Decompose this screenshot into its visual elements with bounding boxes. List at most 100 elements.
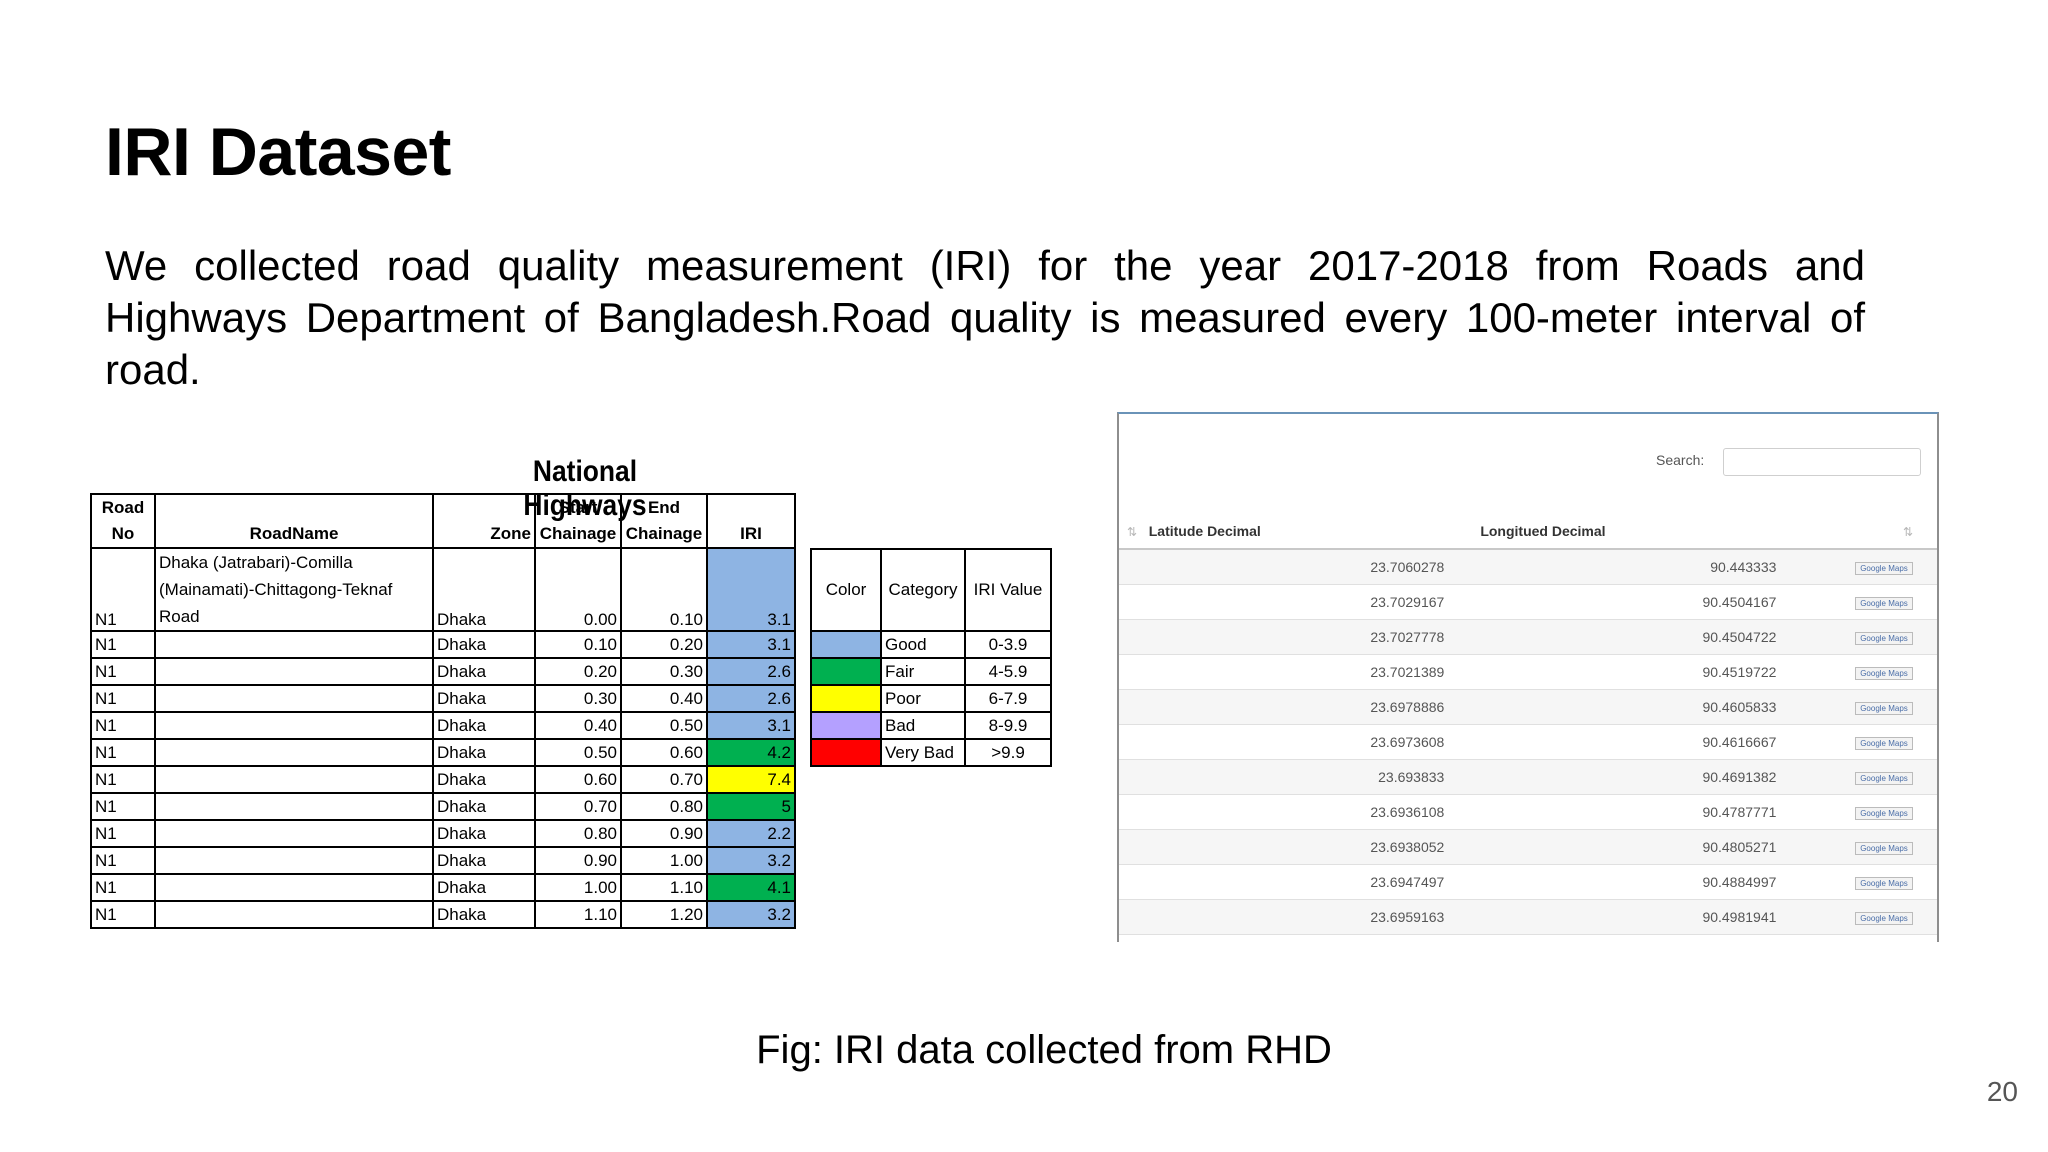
start-chainage-cell: 0.70 [534, 792, 622, 821]
road-no-cell: N1 [90, 900, 156, 929]
legend-color-swatch [810, 684, 882, 713]
legend-category-cell: Bad [880, 711, 966, 740]
zone-cell: Dhaka [432, 792, 536, 821]
road-name-cell [154, 792, 434, 821]
table-row: 23.693833 90.4691382 Google Maps [1119, 759, 1937, 795]
legend-iri-value-cell: 4-5.9 [964, 657, 1052, 686]
iri-cell: 2.2 [706, 819, 796, 848]
google-maps-icon[interactable]: Google Maps [1855, 841, 1913, 855]
road-name-cell [154, 711, 434, 740]
latitude-cell: 23.7060278 [1119, 549, 1465, 585]
road-name-cell [154, 657, 434, 686]
iri-cell: 5 [706, 792, 796, 821]
google-maps-icon[interactable]: Google Maps [1855, 806, 1913, 820]
header-latitude[interactable]: ⇅ Latitude Decimal [1119, 514, 1465, 550]
zone-cell: Dhaka [432, 547, 536, 632]
map-link-cell: Google Maps [1796, 654, 1937, 690]
iri-cell: 3.2 [706, 900, 796, 929]
google-maps-icon[interactable]: Google Maps [1855, 701, 1913, 715]
table-row: 23.6938052 90.4805271 Google Maps [1119, 829, 1937, 865]
table-row: 23.6978886 90.4605833 Google Maps [1119, 689, 1937, 725]
header-road-name: RoadName [154, 493, 434, 549]
road-no-cell: N1 [90, 819, 156, 848]
end-chainage-cell: 0.20 [620, 630, 708, 659]
google-maps-icon[interactable]: Google Maps [1855, 631, 1913, 645]
header-longitude[interactable]: Longitued Decimal [1464, 514, 1797, 550]
search-input[interactable] [1723, 448, 1921, 476]
legend-row: Very Bad >9.9 [810, 738, 1052, 767]
road-name-cell [154, 900, 434, 929]
end-chainage-cell: 0.50 [620, 711, 708, 740]
google-maps-icon[interactable]: Google Maps [1855, 911, 1913, 925]
legend-category-cell: Good [880, 630, 966, 659]
start-chainage-cell: 0.00 [534, 547, 622, 632]
header-road-no: Road No [90, 493, 156, 549]
table-row: N1 Dhaka 0.60 0.70 7.4 [90, 765, 796, 794]
google-maps-icon[interactable]: Google Maps [1855, 736, 1913, 750]
table-row: 23.7021389 90.4519722 Google Maps [1119, 654, 1937, 690]
road-no-cell: N1 [90, 873, 156, 902]
zone-cell: Dhaka [432, 630, 536, 659]
end-chainage-cell: 1.00 [620, 846, 708, 875]
map-link-cell: Google Maps [1796, 864, 1937, 900]
zone-cell: Dhaka [432, 900, 536, 929]
table-row: 23.7027778 90.4504722 Google Maps [1119, 619, 1937, 655]
latitude-cell: 23.6959163 [1119, 899, 1465, 935]
google-maps-icon[interactable]: Google Maps [1855, 666, 1913, 680]
road-name-cell [154, 846, 434, 875]
end-chainage-cell: 0.70 [620, 765, 708, 794]
legend-header-row: Color Category IRI Value [810, 548, 1052, 632]
latitude-cell: 23.693833 [1119, 759, 1465, 795]
national-highways-table: Road No RoadName Zone Start Chainage End Ch… [90, 493, 796, 929]
iri-legend-table: Color Category IRI Value Good 0-3.9 Fair 4-… [810, 548, 1052, 767]
national-highways-figure: National Highways Road No RoadName Zone S… [90, 455, 1080, 940]
google-maps-icon[interactable]: Google Maps [1855, 596, 1913, 610]
map-link-cell: Google Maps [1796, 549, 1937, 585]
start-chainage-cell: 0.20 [534, 657, 622, 686]
zone-cell: Dhaka [432, 873, 536, 902]
legend-color-swatch [810, 630, 882, 659]
table-row: N1 Dhaka 1.10 1.20 3.2 [90, 900, 796, 929]
table-row: N1 Dhaka 0.10 0.20 3.1 [90, 630, 796, 659]
longitude-cell: 90.4805271 [1464, 829, 1797, 865]
map-link-cell: Google Maps [1796, 794, 1937, 830]
sort-icon: ⇅ [1127, 525, 1138, 539]
slide-title: IRI Dataset [105, 114, 451, 190]
map-link-cell: Google Maps [1796, 584, 1937, 620]
google-maps-icon[interactable]: Google Maps [1855, 561, 1913, 575]
legend-header-color: Color [810, 548, 882, 632]
map-link-cell: Google Maps [1796, 619, 1937, 655]
legend-row: Bad 8-9.9 [810, 711, 1052, 740]
map-link-cell: Google Maps [1796, 724, 1937, 760]
legend-color-swatch [810, 657, 882, 686]
table-row: N1 Dhaka 0.80 0.90 2.2 [90, 819, 796, 848]
road-no-cell: N1 [90, 711, 156, 740]
end-chainage-cell: 0.90 [620, 819, 708, 848]
legend-color-swatch [810, 738, 882, 767]
table-header-row: ⇅ Latitude Decimal Longitued Decimal ⇅ [1119, 514, 1937, 550]
iri-cell: 3.1 [706, 630, 796, 659]
map-link-cell: Google Maps [1796, 829, 1937, 865]
google-maps-icon[interactable]: Google Maps [1855, 876, 1913, 890]
longitude-cell: 90.4504167 [1464, 584, 1797, 620]
zone-cell: Dhaka [432, 738, 536, 767]
iri-cell: 3.1 [706, 711, 796, 740]
table-row: 23.7029167 90.4504167 Google Maps [1119, 584, 1937, 620]
road-no-cell: N1 [90, 846, 156, 875]
road-no-cell: N1 [90, 684, 156, 713]
longitude-cell: 90.4519722 [1464, 654, 1797, 690]
coordinates-datatable-panel: Search: ⇅ Latitude Decimal Longitued Dec… [1117, 412, 1939, 942]
zone-cell: Dhaka [432, 765, 536, 794]
zone-cell: Dhaka [432, 846, 536, 875]
search-label: Search: [1656, 452, 1705, 468]
table-row: 23.6947497 90.4884997 Google Maps [1119, 864, 1937, 900]
header-link[interactable]: ⇅ [1796, 514, 1937, 550]
legend-header-iri-value: IRI Value [964, 548, 1052, 632]
end-chainage-cell: 1.10 [620, 873, 708, 902]
coordinates-table: ⇅ Latitude Decimal Longitued Decimal ⇅ 2… [1119, 514, 1937, 935]
legend-iri-value-cell: >9.9 [964, 738, 1052, 767]
sort-icon: ⇅ [1902, 525, 1913, 539]
road-name-cell [154, 819, 434, 848]
google-maps-icon[interactable]: Google Maps [1855, 771, 1913, 785]
header-start-chainage: Start Chainage [534, 493, 622, 549]
